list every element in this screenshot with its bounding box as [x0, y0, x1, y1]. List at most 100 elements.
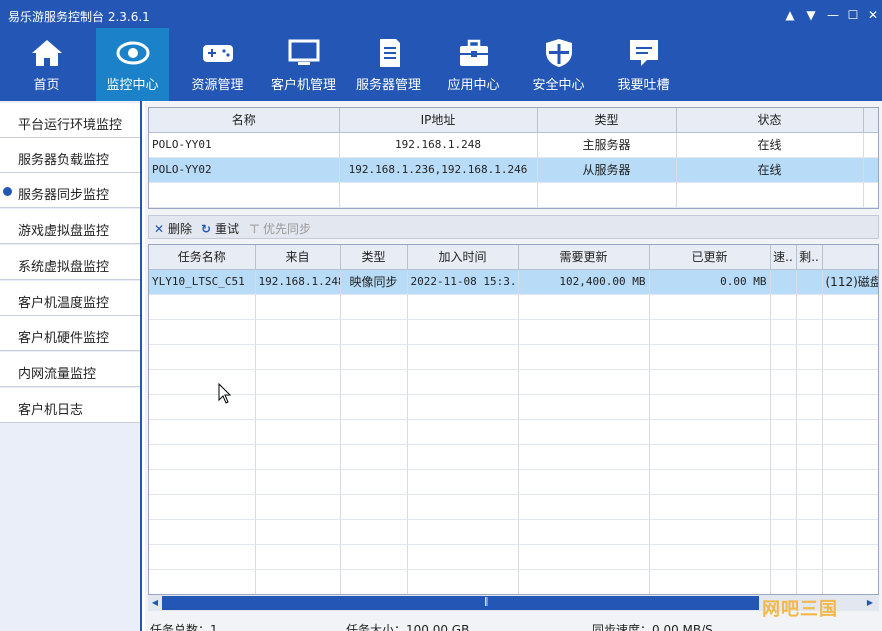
- cell-need-update: 102,400.00 MB: [518, 269, 650, 295]
- table-row[interactable]: POLO-YY01 192.168.1.248 主服务器 在线: [149, 132, 878, 158]
- empty-row: [149, 494, 878, 520]
- server-icon: [380, 39, 400, 67]
- gamepad-icon: [203, 45, 233, 62]
- task-toolbar: ✕ 删除 ↻ 重试 ⊤ 优先同步: [148, 215, 879, 239]
- cell-ip: 192.168.1.248: [339, 132, 538, 158]
- col-header-task-type[interactable]: 类型: [340, 245, 408, 270]
- priority-sync-button[interactable]: ⊤ 优先同步: [249, 220, 311, 237]
- cell-task-name: YLY10_LTSC_C51: [149, 269, 256, 295]
- empty-row: [149, 369, 878, 395]
- col-header-disk[interactable]: [822, 245, 878, 270]
- app-title: 易乐游服务控制台 2.3.6.1: [8, 10, 150, 24]
- sidebar-item-system-vdisk[interactable]: 系统虚拟盘监控: [0, 245, 140, 280]
- active-indicator-dot: [3, 187, 12, 196]
- empty-row: [149, 469, 878, 495]
- empty-row: [149, 182, 878, 208]
- minimize-icon[interactable]: —: [826, 8, 840, 22]
- nav-app-center[interactable]: 应用中心: [437, 28, 510, 101]
- col-header-source[interactable]: 来自: [255, 245, 341, 270]
- col-header-remaining[interactable]: 剩..: [796, 245, 823, 270]
- sidebar-item-server-load[interactable]: 服务器负载监控: [0, 138, 140, 173]
- scroll-right-icon[interactable]: ▶: [864, 597, 876, 609]
- task-total: 任务总数：1: [150, 623, 218, 631]
- sidebar-item-lan-traffic[interactable]: 内网流量监控: [0, 352, 140, 387]
- cell-name: POLO-YY01: [149, 132, 340, 158]
- nav-resource-management[interactable]: 资源管理: [181, 28, 254, 101]
- cell-source: 192.168.1.248: [255, 269, 341, 295]
- grip-icon: ‖: [484, 597, 489, 607]
- empty-row: [149, 394, 878, 420]
- empty-row: [149, 519, 878, 545]
- monitor-icon: [288, 39, 320, 65]
- task-table-header: 任务名称 来自 类型 加入时间 需要更新 已更新 速.. 剩..: [149, 245, 878, 270]
- shield-icon: [546, 39, 572, 67]
- cell-remaining: [796, 269, 823, 295]
- eye-icon: [116, 41, 150, 65]
- col-header-name[interactable]: 名称: [149, 108, 340, 133]
- task-table: 任务名称 来自 类型 加入时间 需要更新 已更新 速.. 剩.. YLY10_L…: [148, 244, 879, 595]
- cell-type: 从服务器: [537, 157, 677, 183]
- nav-server-management[interactable]: 服务器管理: [352, 28, 425, 101]
- sidebar: 平台运行环境监控 服务器负载监控 服务器同步监控 游戏虚拟盘监控 系统虚拟盘监控…: [0, 101, 142, 631]
- sidebar-item-client-hardware[interactable]: 客户机硬件监控: [0, 316, 140, 351]
- message-icon: [630, 40, 658, 66]
- col-header-updated[interactable]: 已更新: [649, 245, 771, 270]
- scrollbar-thumb[interactable]: ‖: [162, 596, 759, 610]
- skin-icon[interactable]: ▲: [783, 8, 797, 22]
- main-nav: 首页 监控中心 资源管理 客户机管理 服务器管理 应用中心 安全中心 我要吐槽: [0, 28, 882, 101]
- server-table-header: 名称 IP地址 类型 状态: [149, 108, 878, 133]
- table-row[interactable]: YLY10_LTSC_C51 192.168.1.248 映像同步 2022-1…: [149, 269, 878, 295]
- empty-row: [149, 444, 878, 470]
- cell-updated: 0.00 MB: [649, 269, 771, 295]
- col-header-type[interactable]: 类型: [537, 108, 677, 133]
- close-icon[interactable]: ✕: [866, 8, 880, 22]
- col-header-speed[interactable]: 速..: [770, 245, 797, 270]
- empty-row: [149, 569, 878, 594]
- empty-row: [149, 344, 878, 370]
- col-header-need-update[interactable]: 需要更新: [518, 245, 650, 270]
- col-header-task-name[interactable]: 任务名称: [149, 245, 256, 270]
- empty-row: [149, 294, 878, 320]
- server-table: 名称 IP地址 类型 状态 POLO-YY01 192.168.1.248 主服…: [148, 107, 879, 209]
- sidebar-item-game-vdisk[interactable]: 游戏虚拟盘监控: [0, 209, 140, 244]
- sidebar-item-platform-env[interactable]: 平台运行环境监控: [0, 103, 140, 138]
- col-header-filler: [863, 108, 878, 133]
- watermark-logo: 网吧三国: [762, 599, 838, 620]
- cell-speed: [770, 269, 797, 295]
- nav-feedback[interactable]: 我要吐槽: [607, 28, 680, 101]
- nav-home[interactable]: 首页: [10, 28, 83, 101]
- cell-name: POLO-YY02: [149, 157, 340, 183]
- cell-type: 主服务器: [537, 132, 677, 158]
- delete-icon: ✕: [154, 222, 165, 236]
- toolbox-icon: [460, 39, 488, 66]
- empty-row: [149, 544, 878, 570]
- table-row[interactable]: POLO-YY02 192.168.1.236,192.168.1.246 从服…: [149, 157, 878, 183]
- main-content: 名称 IP地址 类型 状态 POLO-YY01 192.168.1.248 主服…: [145, 101, 882, 631]
- cell-status: 在线: [676, 157, 864, 183]
- col-header-status[interactable]: 状态: [676, 108, 864, 133]
- sync-speed: 同步速度：0.00 MB/S: [592, 623, 713, 631]
- cell-disk: (112)磁盘: [822, 269, 878, 295]
- cell-task-type: 映像同步: [340, 269, 408, 295]
- delete-button[interactable]: ✕ 删除: [154, 220, 192, 237]
- cell-join-time: 2022-11-08 15:3...: [407, 269, 519, 295]
- nav-security-center[interactable]: 安全中心: [522, 28, 595, 101]
- refresh-icon: ↻: [201, 222, 212, 236]
- col-header-join-time[interactable]: 加入时间: [407, 245, 519, 270]
- retry-button[interactable]: ↻ 重试: [201, 220, 239, 237]
- app-header: 易乐游服务控制台 2.3.6.1 ▲ ▼ — ☐ ✕ 首页 监控中心 资源管理 …: [0, 0, 882, 101]
- empty-row: [149, 419, 878, 445]
- title-bar: 易乐游服务控制台 2.3.6.1 ▲ ▼ — ☐ ✕: [0, 0, 882, 28]
- nav-client-management[interactable]: 客户机管理: [267, 28, 340, 101]
- col-header-ip[interactable]: IP地址: [339, 108, 538, 133]
- sidebar-item-client-temp[interactable]: 客户机温度监控: [0, 281, 140, 316]
- sidebar-item-server-sync[interactable]: 服务器同步监控: [0, 173, 140, 208]
- nav-monitor-center[interactable]: 监控中心: [96, 28, 169, 101]
- scroll-left-icon[interactable]: ◀: [149, 597, 161, 609]
- menu-dropdown-icon[interactable]: ▼: [804, 8, 818, 22]
- pin-icon: ⊤: [249, 222, 260, 236]
- sidebar-item-client-log[interactable]: 客户机日志: [0, 388, 140, 423]
- mouse-cursor-icon: [218, 383, 232, 404]
- empty-row: [149, 319, 878, 345]
- maximize-icon[interactable]: ☐: [846, 8, 860, 22]
